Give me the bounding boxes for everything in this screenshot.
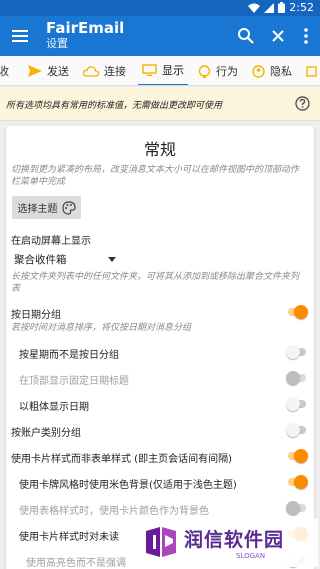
toggle-group-by-date[interactable]: [286, 305, 308, 319]
setting-label-bold-date: 以粗体显示日期: [19, 402, 89, 413]
setting-label-group-by-date: 按日期分组: [11, 310, 61, 321]
hint-banner: 所有选项均具有常用的标准值，无需做出更改即可使用: [0, 87, 320, 121]
select-theme-button[interactable]: 选择主题: [12, 196, 81, 219]
setting-label-card-style: 使用卡片样式而非表单样式 (即主页会话间有间隔): [11, 454, 232, 465]
toggle-group-by-week[interactable]: [286, 345, 308, 359]
app-bar: FairEmail 设置: [0, 16, 320, 56]
palette-icon: [61, 200, 76, 215]
toggle-card-style[interactable]: [286, 449, 308, 463]
app-subtitle: 设置: [46, 37, 68, 50]
setting-label-group-by-account: 按账户类别分组: [11, 428, 81, 439]
send-icon: [28, 65, 42, 77]
settings-tabs: 收 发送 连接 显示 行为 隐私: [0, 56, 320, 86]
tab-connection[interactable]: 连接: [83, 56, 126, 85]
watermark-name: 润信软件园: [184, 529, 285, 551]
cloud-icon: [83, 65, 99, 77]
tab-behavior[interactable]: 行为: [198, 56, 238, 85]
chevron-down-icon: [108, 257, 116, 262]
watermark-slogan: SLOGAN: [236, 552, 266, 560]
setting-label-highlight-color: 使用高亮色而不是强调: [26, 558, 126, 569]
setting-label-beige-background: 使用卡牌风格时使用米色背景(仅适用于浅色主题): [19, 480, 237, 491]
setting-label-sticky-date: 在顶部显示固定日期标题: [19, 376, 129, 387]
search-icon[interactable]: [236, 26, 256, 46]
status-bar: 2:52: [0, 0, 320, 16]
startup-hint: 长按文件夹列表中的任何文件夹，可将其从添加到或移除出聚合文件夹列表: [11, 272, 300, 294]
setting-label-card-color-bg: 使用表格样式时，使用卡片颜色作为背景色: [19, 506, 209, 517]
signal-icon: [264, 2, 275, 13]
close-icon[interactable]: [268, 26, 288, 46]
card-title: 常规: [143, 140, 176, 159]
tab-receive[interactable]: 收: [0, 56, 9, 85]
startup-label: 在启动屏幕上显示: [11, 236, 91, 247]
hint-text: 所有选项均具有常用的标准值，无需做出更改即可使用: [6, 101, 223, 111]
tab-send[interactable]: 发送: [28, 56, 69, 85]
tab-more[interactable]: [306, 56, 320, 85]
app-title: FairEmail: [46, 19, 125, 37]
status-time: 2:52: [289, 1, 314, 14]
privacy-icon: [252, 64, 265, 78]
compact-hint: 切换到更为紧凑的布局，改变消息文本大小可以在邮件视图中的顶部动作栏菜单中完成: [11, 165, 300, 187]
brain-icon: [198, 64, 211, 78]
setting-label-group-by-week: 按星期而不是按日分组: [19, 350, 119, 361]
menu-icon[interactable]: [10, 26, 30, 46]
tab-next-icon: [306, 65, 317, 77]
monitor-icon: [142, 63, 157, 76]
general-settings-card: 常规 切换到更为紧凑的布局，改变消息文本大小可以在邮件视图中的顶部动作栏菜单中完…: [6, 126, 314, 569]
group-hint: 若按时间对消息排序，将仅按日期对消息分组: [11, 323, 192, 333]
watermark-logo-icon: [146, 527, 176, 557]
battery-icon: [278, 2, 286, 13]
more-options-icon[interactable]: [296, 26, 316, 46]
toggle-bold-date[interactable]: [286, 397, 308, 411]
toggle-beige-background[interactable]: [286, 475, 308, 489]
toggle-group-by-account[interactable]: [286, 423, 308, 437]
wifi-icon: [248, 3, 261, 13]
setting-label-card-unread: 使用卡片样式时对未读: [19, 532, 119, 543]
toggle-card-color-bg[interactable]: [286, 501, 308, 515]
watermark: 润信软件园 SLOGAN: [140, 519, 318, 567]
startup-dropdown[interactable]: 聚合收件箱: [14, 250, 124, 268]
toggle-sticky-date[interactable]: [286, 371, 308, 385]
tab-display[interactable]: 显示: [138, 56, 188, 85]
tab-privacy[interactable]: 隐私: [252, 56, 292, 85]
help-icon[interactable]: [295, 96, 310, 111]
